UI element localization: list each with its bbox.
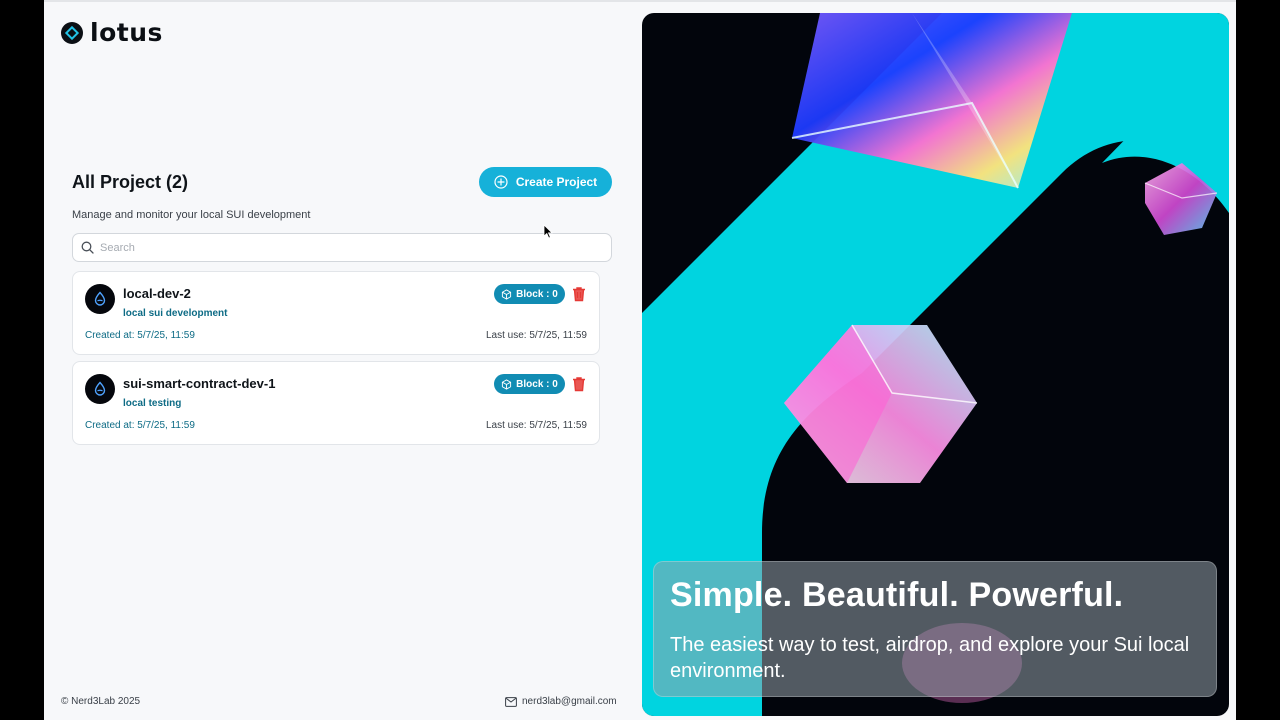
project-description: local sui development: [123, 308, 228, 319]
brand-logo[interactable]: lotus: [60, 18, 163, 47]
hero-banner: Simple. Beautiful. Powerful. The easiest…: [642, 13, 1229, 716]
cube-icon: [502, 378, 512, 390]
hero-subtitle: The easiest way to test, airdrop, and ex…: [670, 634, 1190, 682]
mail-icon: [505, 696, 517, 707]
lotus-logo-icon: [61, 21, 83, 44]
project-avatar: [85, 284, 115, 314]
project-avatar: [85, 374, 115, 404]
top-divider: [44, 0, 1236, 2]
project-name[interactable]: sui-smart-contract-dev-1: [123, 376, 275, 391]
contact-email[interactable]: nerd3lab@gmail.com: [505, 696, 617, 707]
search-input[interactable]: [100, 241, 580, 254]
search-box[interactable]: [72, 233, 612, 262]
project-name[interactable]: local-dev-2: [123, 286, 191, 301]
block-count: Block : 0: [516, 378, 558, 390]
plus-circle-icon: [494, 175, 508, 189]
copyright: © Nerd3Lab 2025: [61, 696, 141, 707]
create-project-label: Create Project: [515, 175, 598, 189]
block-count: Block : 0: [516, 288, 558, 300]
mouse-cursor-icon: [543, 224, 553, 239]
trash-icon[interactable]: [572, 286, 586, 302]
email-text: nerd3lab@gmail.com: [522, 696, 617, 707]
trash-icon[interactable]: [572, 376, 586, 392]
cube-icon: [502, 288, 512, 300]
hero-title: Simple. Beautiful. Powerful.: [670, 576, 1124, 614]
search-icon: [81, 241, 94, 254]
hero-caption: Simple. Beautiful. Powerful. The easiest…: [653, 561, 1217, 697]
brand-name: lotus: [90, 18, 163, 47]
project-card[interactable]: sui-smart-contract-dev-1 local testing B…: [72, 361, 600, 445]
created-at: Created at: 5/7/25, 11:59: [85, 330, 195, 341]
last-use: Last use: 5/7/25, 11:59: [485, 330, 587, 341]
project-card[interactable]: local-dev-2 local sui development Block …: [72, 271, 600, 355]
create-project-button[interactable]: Create Project: [479, 167, 612, 197]
sui-drop-icon: [94, 291, 106, 306]
app-window: lotus All Project (2) Manage and monitor…: [44, 0, 1236, 720]
last-use: Last use: 5/7/25, 11:59: [485, 420, 587, 431]
block-badge: Block : 0: [494, 284, 565, 304]
page-title: All Project (2): [72, 172, 189, 192]
block-badge: Block : 0: [494, 374, 565, 394]
project-description: local testing: [123, 398, 182, 409]
page-subtitle: Manage and monitor your local SUI develo…: [72, 209, 311, 221]
created-at: Created at: 5/7/25, 11:59: [85, 420, 195, 431]
sui-drop-icon: [94, 381, 106, 396]
